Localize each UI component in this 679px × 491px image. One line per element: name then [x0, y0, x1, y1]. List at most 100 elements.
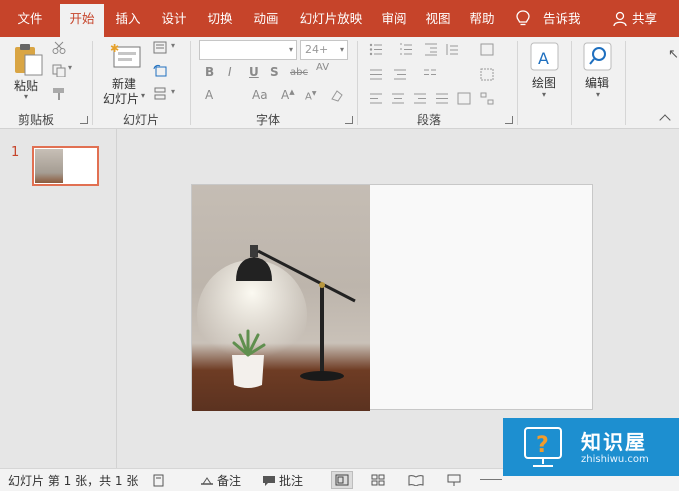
cursor-icon: ↖ [668, 47, 679, 62]
paragraph-group-label: 段落 [417, 113, 442, 127]
clipboard-launcher[interactable] [80, 116, 88, 124]
search-icon [583, 42, 612, 71]
thumbnail-photo [35, 149, 63, 183]
distributed-icon[interactable] [457, 92, 471, 105]
spellcheck-icon[interactable] [153, 474, 167, 487]
layout-dropdown-arrow[interactable]: ▾ [171, 41, 175, 50]
notes-button[interactable]: 备注 [217, 472, 241, 489]
tell-me-box[interactable]: 告诉我 [543, 0, 581, 37]
ribbon-tab-bar: 文件 开始 插入 设计 切换 动画 幻灯片放映 审阅 视图 帮助 告诉我 共享 [0, 0, 679, 37]
lamp-photo[interactable] [192, 185, 370, 411]
lightbulb-icon [516, 10, 530, 26]
tab-help[interactable]: 帮助 [464, 0, 500, 37]
drawing-icon: A [530, 42, 559, 71]
editing-button[interactable]: 编辑 [585, 74, 609, 91]
help-monitor-icon: ? [524, 427, 562, 467]
watermark-url: zhishiwu.com [581, 454, 649, 465]
normal-view-icon [335, 474, 349, 486]
new-slide-dropdown-arrow[interactable]: ▾ [141, 91, 145, 100]
editing-dropdown-arrow[interactable]: ▾ [596, 90, 600, 99]
ribbon: 粘贴 ▾ ▾ 剪贴板 ✱ 新建 幻灯片 ▾ ▾ ▾ 幻灯片 ▾ 24+ ▾ B … [0, 37, 679, 129]
slide-thumbnail-pane: 1 [0, 129, 117, 468]
normal-view-button[interactable] [331, 471, 353, 489]
group-divider [190, 41, 191, 125]
comments-button[interactable]: 批注 [279, 472, 303, 489]
tab-review[interactable]: 审阅 [376, 0, 412, 37]
comments-icon [263, 476, 275, 486]
decrease-indent-icon[interactable] [424, 43, 438, 56]
font-name-combo[interactable]: ▾ [199, 40, 297, 60]
layout-icon[interactable] [153, 41, 167, 54]
strikethrough-button[interactable]: abc [290, 67, 308, 78]
svg-text:A: A [538, 49, 549, 68]
section-icon[interactable] [153, 87, 167, 100]
cut-icon[interactable] [52, 41, 66, 54]
bold-button[interactable]: B [205, 65, 214, 79]
format-painter-icon[interactable] [52, 87, 66, 100]
drawing-button[interactable]: 绘图 [532, 74, 556, 91]
notes-icon [201, 477, 213, 485]
bullets-icon[interactable] [369, 43, 383, 56]
change-case-button[interactable]: Aa [252, 88, 268, 102]
paragraph-launcher[interactable] [505, 116, 513, 124]
underline-button[interactable]: U [249, 65, 259, 79]
person-icon [613, 11, 627, 27]
tab-design[interactable]: 设计 [154, 0, 194, 37]
tab-file[interactable]: 文件 [8, 0, 52, 37]
watermark-logo: ? 知识屋 zhishiwu.com [503, 418, 679, 476]
shrink-font-button[interactable]: A▼ [305, 90, 316, 102]
new-slide-label-2[interactable]: 幻灯片 [103, 90, 139, 107]
zoom-out-control[interactable] [480, 479, 502, 480]
drawing-dropdown-arrow[interactable]: ▾ [542, 90, 546, 99]
slideshow-icon[interactable] [447, 473, 461, 487]
indent-right-icon[interactable] [393, 68, 407, 81]
new-slide-icon: ✱ [110, 43, 141, 68]
columns-icon[interactable] [423, 68, 437, 81]
group-divider [625, 41, 626, 125]
paste-icon [15, 44, 43, 76]
font-size-value: 24+ [305, 43, 329, 56]
text-direction-icon[interactable] [480, 43, 494, 56]
align-text-icon[interactable] [480, 68, 494, 81]
clear-formatting-icon[interactable] [330, 89, 344, 102]
align-left-icon[interactable] [369, 92, 383, 105]
tab-animations[interactable]: 动画 [246, 0, 286, 37]
align-right-icon[interactable] [413, 92, 427, 105]
grow-font-button[interactable]: A▲ [281, 88, 295, 102]
line-spacing-icon[interactable] [445, 43, 459, 56]
section-dropdown-arrow[interactable]: ▾ [171, 87, 175, 96]
font-size-combo[interactable]: 24+ ▾ [300, 40, 348, 60]
justify-icon[interactable] [435, 92, 449, 105]
svg-text:?: ? [536, 433, 549, 458]
font-color-button[interactable]: A [205, 88, 213, 102]
reading-view-icon[interactable] [408, 474, 424, 486]
tab-transitions[interactable]: 切换 [200, 0, 240, 37]
char-spacing-button[interactable]: AV [316, 62, 329, 73]
current-slide[interactable] [191, 184, 593, 411]
slide-count: 幻灯片 第 1 张，共 1 张 [8, 474, 139, 488]
group-divider [92, 41, 93, 125]
slides-group-label: 幻灯片 [123, 113, 160, 127]
numbering-icon[interactable] [399, 43, 413, 56]
copy-dropdown-arrow[interactable]: ▾ [68, 63, 72, 72]
paste-dropdown-arrow[interactable]: ▾ [24, 92, 28, 101]
lamp-illustration [197, 245, 356, 388]
indent-left-icon[interactable] [369, 68, 383, 81]
tab-slideshow[interactable]: 幻灯片放映 [296, 0, 366, 37]
tab-insert[interactable]: 插入 [108, 0, 148, 37]
share-button[interactable]: 共享 [632, 0, 657, 37]
slide-thumbnail[interactable] [32, 146, 99, 186]
shadow-button[interactable]: S [270, 65, 279, 79]
group-divider [357, 41, 358, 125]
slide-sorter-icon[interactable] [371, 474, 385, 486]
tab-view[interactable]: 视图 [420, 0, 456, 37]
slide-number: 1 [11, 145, 20, 160]
font-launcher[interactable] [345, 116, 353, 124]
reset-icon[interactable] [153, 64, 167, 77]
smartart-icon[interactable] [480, 92, 494, 105]
tab-home[interactable]: 开始 [60, 4, 104, 37]
italic-button[interactable]: I [228, 65, 232, 79]
copy-icon[interactable] [52, 64, 66, 77]
group-divider [571, 41, 572, 125]
align-center-icon[interactable] [391, 92, 405, 105]
